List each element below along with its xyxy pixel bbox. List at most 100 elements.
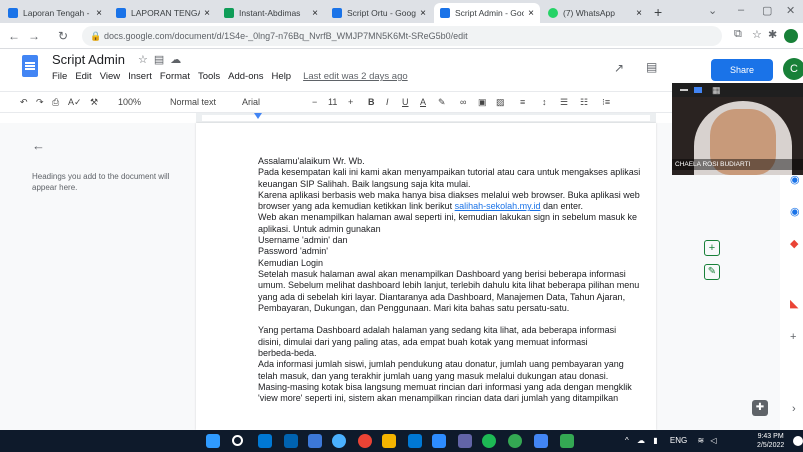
tab-whatsapp[interactable]: (7) WhatsApp × [542,3,648,23]
close-icon[interactable]: × [420,8,426,19]
font-size-input[interactable]: 11 [328,97,337,107]
menu-file[interactable]: File [52,71,67,82]
get-add-ons-icon[interactable]: + [790,331,796,343]
checklist-icon[interactable]: ☰ [560,97,568,108]
wifi-icon[interactable]: ≋ [697,436,704,445]
reload-icon[interactable]: ↻ [58,29,68,43]
link-icon[interactable]: ∞ [460,97,466,107]
close-icon[interactable]: × [204,8,210,19]
windows-start-icon[interactable] [206,434,220,448]
cloud-icon[interactable]: ☁ [637,436,645,445]
tab-instant-abdimas[interactable]: Instant-Abdimas × [218,3,324,23]
zoom-select[interactable]: 100% [118,97,141,107]
document-body[interactable]: Assalamu'alaikum Wr. Wb. Pada kesempatan… [258,156,658,405]
chrome-profile-icon[interactable] [508,434,522,448]
taskbar-clock[interactable]: 9:43 PM 2/5/2022 [757,432,784,450]
style-select[interactable]: Normal text [170,97,216,107]
add-comment-icon[interactable]: ▣ [478,97,487,108]
search-icon[interactable] [232,435,243,446]
store-icon[interactable] [408,434,422,448]
italic-icon[interactable]: I [386,97,389,107]
url-input[interactable]: 🔒 docs.google.com/document/d/1S4e-_0lng7… [82,26,722,46]
bookmark-star-icon[interactable]: ☆ [752,28,762,41]
close-icon[interactable]: × [96,8,102,19]
docs-logo-icon[interactable] [22,55,38,77]
close-window-icon[interactable]: ✕ [786,4,795,17]
paint-format-icon[interactable]: ⚒ [90,97,98,108]
notes-icon[interactable] [432,434,446,448]
menu-format[interactable]: Format [160,71,190,82]
comments-icon[interactable]: ▤ [646,60,657,74]
numbered-list-icon[interactable]: ⁝≡ [602,97,610,108]
suggest-edit-button[interactable]: ✎ [704,264,720,280]
print-icon[interactable]: ⎙ [52,97,59,108]
edge-icon[interactable] [332,434,346,448]
profile-icon[interactable] [784,29,798,43]
outline-close-icon[interactable]: ← [32,138,45,153]
activity-trend-icon[interactable]: ↗ [614,61,624,75]
star-icon[interactable]: ☆ [138,54,154,66]
cloud-status-icon[interactable]: ☁ [170,54,187,66]
move-folder-icon[interactable]: ▤ [154,54,170,66]
chrome-icon[interactable] [358,434,372,448]
back-icon[interactable]: ← [8,29,20,43]
menu-insert[interactable]: Insert [128,71,152,82]
bulleted-list-icon[interactable]: ☷ [580,97,588,108]
document-title[interactable]: Script Admin [52,52,125,67]
text-color-icon[interactable]: A [420,97,426,107]
sheets-taskbar-icon[interactable] [560,434,574,448]
docs-taskbar-icon[interactable] [534,434,548,448]
ruler[interactable] [196,113,656,123]
avatar[interactable]: C [783,58,803,80]
line-spacing-icon[interactable]: ↕ [542,97,547,107]
expand-panel-icon[interactable]: › [792,403,796,415]
notification-icon[interactable] [793,436,803,446]
grid-view-icon[interactable]: ▦ [712,85,721,96]
close-icon[interactable]: × [636,8,642,19]
zoom-app-icon[interactable] [284,434,298,448]
explore-button[interactable]: ✚ [752,400,768,416]
menu-tools[interactable]: Tools [198,71,220,82]
highlight-icon[interactable]: ✎ [438,97,446,108]
maps-icon[interactable]: ◣ [790,297,798,310]
file-explorer-icon[interactable] [382,434,396,448]
decrease-font-size-button[interactable]: − [312,97,317,107]
teams-icon[interactable] [458,434,472,448]
tasks-icon[interactable]: ◉ [790,205,800,218]
menu-add-ons[interactable]: Add-ons [228,71,263,82]
task-view-icon[interactable] [258,434,272,448]
insert-image-icon[interactable]: ▨ [496,97,505,108]
bold-icon[interactable]: B [368,97,375,107]
install-icon[interactable]: ⧉ [734,28,742,41]
spellcheck-icon[interactable]: A✓ [68,97,82,108]
last-edit-link[interactable]: Last edit was 2 days ago [303,71,408,82]
chevron-up-icon[interactable]: ^ [625,436,629,445]
battery-icon[interactable]: ▮ [653,436,657,445]
share-button[interactable]: Share [711,59,773,81]
tab-script-ortu[interactable]: Script Ortu - Googl × [326,3,432,23]
minimize-icon[interactable] [680,89,688,91]
new-tab-button[interactable]: + [654,4,662,20]
font-select[interactable]: Arial [242,97,260,107]
video-icon[interactable] [694,87,702,93]
input-language[interactable]: ENG [670,436,687,445]
increase-font-size-button[interactable]: + [348,97,353,107]
tab-laporan-tengah[interactable]: Laporan Tengah - ... × [2,3,108,23]
close-icon[interactable]: × [528,8,534,19]
redo-icon[interactable]: ↷ [36,97,44,108]
minimize-icon[interactable]: – [738,4,744,16]
close-icon[interactable]: × [312,8,318,19]
spotify-icon[interactable] [482,434,496,448]
keep-icon[interactable]: ◆ [790,237,798,250]
video-app-icon[interactable] [308,434,322,448]
maximize-icon[interactable]: ▢ [762,4,772,17]
indent-marker-icon[interactable] [254,113,262,119]
menu-help[interactable]: Help [272,71,292,82]
add-comment-button[interactable]: + [704,240,720,256]
menu-view[interactable]: View [100,71,120,82]
tab-laporan-tengah-2[interactable]: LAPORAN TENGAH × [110,3,216,23]
undo-icon[interactable]: ↶ [20,97,28,108]
tab-search-icon[interactable]: ⌄ [708,4,717,17]
tab-script-admin[interactable]: Script Admin - Goo × [434,3,540,23]
forward-icon[interactable]: → [28,29,40,43]
